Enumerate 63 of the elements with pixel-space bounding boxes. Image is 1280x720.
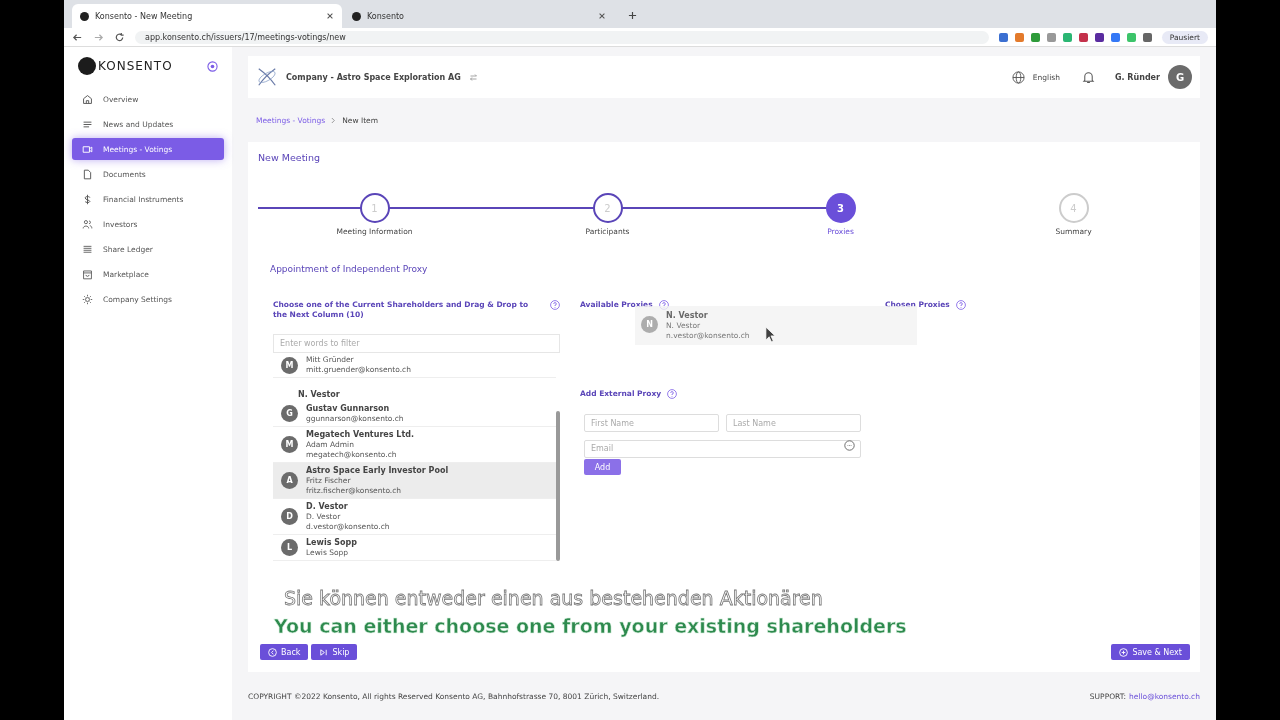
help-icon[interactable] [955,300,966,310]
lines-icon [82,118,93,130]
shareholder-name: N. Vestor [298,390,340,399]
bell-icon[interactable] [1081,70,1095,84]
shareholder-name: Gustav Gunnarson [306,403,391,414]
user-avatar[interactable]: G [1168,65,1192,89]
bag-icon [82,268,93,280]
subtitle-text: Sie können entweder einen aus bestehenden Aktionären [284,586,823,610]
list-icon [82,243,93,255]
user-name[interactable]: G. Ründer [1114,72,1160,82]
help-icon[interactable] [667,389,678,399]
email-field[interactable]: Email [584,439,861,458]
skip-icon [319,647,329,657]
plus-icon [1119,647,1129,657]
step-circle: 3 [825,193,856,223]
subtitle-text: You can either choose one from your existing shareholders [274,614,907,638]
settings-icon [82,293,93,305]
initial-avatar: D [281,508,298,525]
shareholder-name: Astro Space Early Investor Pool [306,465,449,476]
back-icon [268,647,277,657]
collapse-icon[interactable] [207,60,218,72]
orbit-logo-icon [256,66,278,88]
globe-icon[interactable] [1011,70,1025,84]
shareholder-name: Lewis Sopp [306,537,357,548]
password-manager-icon[interactable] [844,439,855,451]
save-next-button[interactable]: Save & Next [1111,644,1190,660]
favicon-icon [80,11,89,21]
initial-avatar: G [281,405,298,422]
last-name-field[interactable]: Last Name [726,414,861,432]
company-name[interactable]: Company - Astro Space Exploration AG [286,72,461,82]
filter-field[interactable]: Enter words to filter [273,334,560,353]
browser-tab[interactable]: Konsento - New Meeting [72,4,342,28]
skip-button[interactable]: Skip [311,644,358,660]
scrollbar-thumb[interactable] [556,411,560,561]
page-title: New Meeting [258,152,322,163]
initial-avatar: L [281,539,298,556]
initial-avatar: A [281,472,298,489]
close-icon[interactable] [598,12,606,20]
home-icon [82,93,93,105]
shareholder-name: Megatech Ventures Ltd. [306,429,414,440]
add-button[interactable]: Add [584,459,621,475]
address-field[interactable]: app.konsento.ch/issuers/17/meetings-votings/new [135,30,989,44]
browser-tab[interactable]: Konsento [344,4,614,28]
help-icon[interactable] [550,300,560,310]
mouse-cursor-icon [765,326,776,343]
first-name-field[interactable]: First Name [584,414,719,432]
chevron-icon [331,116,337,124]
initial-avatar: N [641,316,658,333]
initial-avatar: M [281,436,298,453]
document-icon [82,168,93,180]
favicon-icon [352,11,361,21]
initial-avatar: M [281,356,298,374]
back-button[interactable]: Back [260,644,309,660]
new-tab-icon[interactable] [628,11,637,20]
shareholder-name: D. Vestor [306,501,349,512]
close-icon[interactable] [326,12,334,20]
konsento-logo: KONSENTO [78,57,173,75]
reload-icon[interactable] [114,31,125,43]
section-title: Appointment of Independent Proxy [270,264,429,274]
video-camera-icon [82,143,93,155]
people-icon [82,218,93,230]
dollar-icon [82,193,93,205]
shareholder-name: N. Vestor [666,310,709,321]
